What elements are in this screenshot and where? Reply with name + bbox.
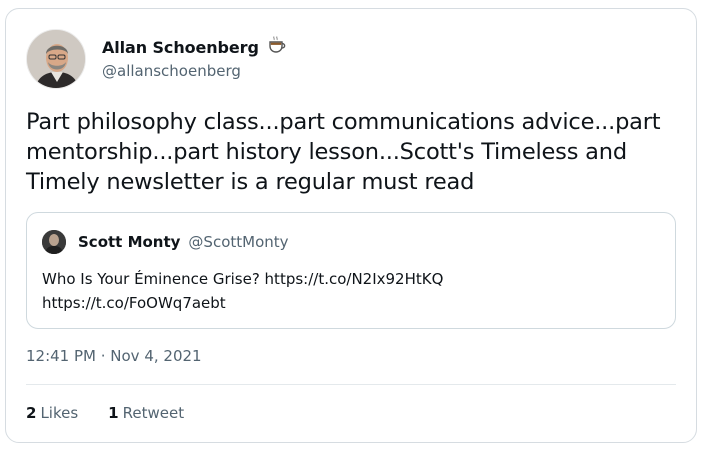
quoted-author-display-name[interactable]: Scott Monty: [78, 233, 180, 251]
quoted-author-handle[interactable]: @ScottMonty: [188, 233, 288, 251]
likes-label: Likes: [40, 404, 79, 422]
divider: [26, 384, 676, 385]
tweet-timestamp[interactable]: 12:41 PM · Nov 4, 2021: [26, 347, 202, 365]
retweets-label: Retweet: [122, 404, 185, 422]
tweet-card: Allan Schoenberg @allanschoenberg Part p…: [5, 8, 697, 443]
quoted-tweet-text: Who Is Your Éminence Grise? https://t.co…: [42, 267, 642, 315]
author-handle[interactable]: @allanschoenberg: [102, 62, 287, 80]
quoted-tweet[interactable]: Scott Monty @ScottMonty Who Is Your Émin…: [26, 212, 676, 329]
quoted-tweet-header: Scott Monty @ScottMonty: [42, 230, 289, 254]
quoted-author-avatar[interactable]: [42, 230, 66, 254]
tweet-text: Part philosophy class...part communicati…: [26, 109, 661, 195]
likes-stat[interactable]: 2 Likes: [26, 404, 78, 422]
tweet-stats: 2 Likes 1 Retweet: [26, 404, 184, 422]
likes-count: 2: [26, 404, 37, 422]
author-display-name[interactable]: Allan Schoenberg: [102, 38, 259, 57]
retweets-count: 1: [108, 404, 119, 422]
quoted-tweet-text-line-2[interactable]: https://t.co/FoOWq7aebt: [42, 291, 642, 315]
quoted-author-portrait-icon: [42, 230, 66, 254]
author-portrait-icon: [27, 30, 85, 88]
coffee-icon: [267, 35, 287, 59]
author-info: Allan Schoenberg @allanschoenberg: [102, 36, 287, 80]
author-avatar[interactable]: [26, 29, 86, 89]
quoted-tweet-text-line-1[interactable]: Who Is Your Éminence Grise? https://t.co…: [42, 267, 642, 291]
tweet-header: Allan Schoenberg @allanschoenberg: [26, 29, 426, 89]
retweets-stat[interactable]: 1 Retweet: [108, 404, 184, 422]
